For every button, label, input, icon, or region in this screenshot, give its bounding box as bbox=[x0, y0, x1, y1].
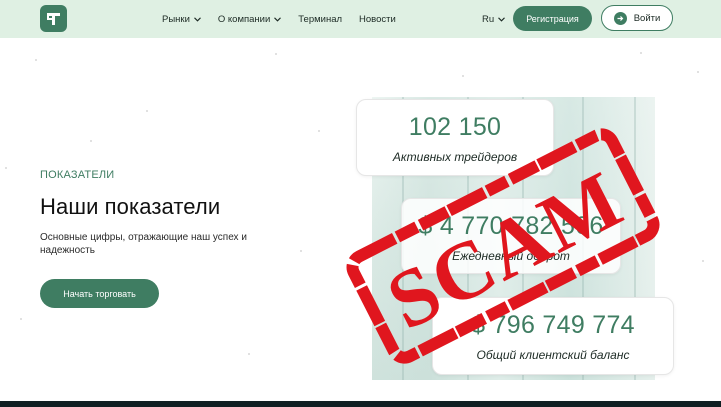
stat-card: $ 4 770 782 506 Ежедневный оборот bbox=[401, 198, 621, 274]
decor-dot bbox=[702, 260, 704, 262]
decor-dot bbox=[35, 59, 37, 61]
decor-dot bbox=[275, 53, 277, 55]
page: Рынки О компании Терминал Новости Ru Рег… bbox=[0, 0, 721, 407]
login-label: Войти bbox=[633, 12, 661, 24]
page-title: Наши показатели bbox=[40, 194, 221, 219]
login-button[interactable]: Войти bbox=[601, 5, 673, 31]
nav-item-news[interactable]: Новости bbox=[359, 14, 396, 25]
register-label: Регистрация bbox=[526, 13, 579, 24]
language-label: Ru bbox=[482, 13, 495, 25]
nav-item-label: О компании bbox=[217, 13, 271, 25]
stat-value: $ 4 770 782 506 bbox=[418, 212, 604, 240]
section-eyebrow: ПОКАЗАТЕЛИ bbox=[40, 169, 115, 181]
chevron-down-icon bbox=[193, 14, 201, 25]
footer-strip bbox=[0, 401, 721, 407]
login-icon bbox=[613, 11, 627, 25]
decor-dot bbox=[248, 353, 250, 355]
decor-dot bbox=[5, 167, 7, 169]
decor-dot bbox=[640, 52, 642, 54]
decor-dot bbox=[462, 75, 464, 77]
nav-item-about[interactable]: О компании bbox=[217, 13, 282, 25]
language-selector[interactable]: Ru bbox=[482, 0, 506, 38]
decor-dot bbox=[90, 140, 92, 142]
stat-label: Активных трейдеров bbox=[392, 150, 518, 164]
decor-dot bbox=[20, 318, 22, 320]
nav-item-label: Рынки bbox=[162, 13, 190, 25]
top-header: Рынки О компании Терминал Новости Ru Рег… bbox=[0, 0, 721, 38]
nav-item-label: Новости bbox=[359, 13, 396, 25]
chevron-down-icon bbox=[498, 14, 506, 25]
decor-dot bbox=[318, 130, 320, 132]
decor-dot bbox=[300, 250, 302, 252]
stat-card: $ 796 749 774 Общий клиентский баланс bbox=[432, 297, 674, 375]
nav-item-markets[interactable]: Рынки bbox=[162, 14, 201, 25]
stat-value: $ 796 749 774 bbox=[471, 311, 635, 339]
start-trading-button[interactable]: Начать торговать bbox=[40, 279, 159, 308]
decor-dot bbox=[146, 110, 148, 112]
nav-item-terminal[interactable]: Терминал bbox=[298, 14, 342, 25]
register-button[interactable]: Регистрация bbox=[513, 6, 592, 31]
stat-card: 102 150 Активных трейдеров bbox=[356, 99, 554, 176]
stat-label: Общий клиентский баланс bbox=[476, 348, 630, 362]
section-subtitle: Основные цифры, отражающие наш успех и н… bbox=[40, 232, 247, 256]
start-trading-label: Начать торговать bbox=[63, 288, 136, 299]
stat-label: Ежедневный оборот bbox=[452, 249, 570, 263]
main-nav: Рынки О компании Терминал Новости bbox=[162, 0, 413, 38]
nav-item-label: Терминал bbox=[298, 13, 343, 25]
chevron-down-icon bbox=[274, 14, 282, 25]
stat-value: 102 150 bbox=[408, 113, 502, 141]
decor-dot bbox=[697, 71, 699, 73]
brand-logo-icon[interactable] bbox=[40, 5, 67, 32]
